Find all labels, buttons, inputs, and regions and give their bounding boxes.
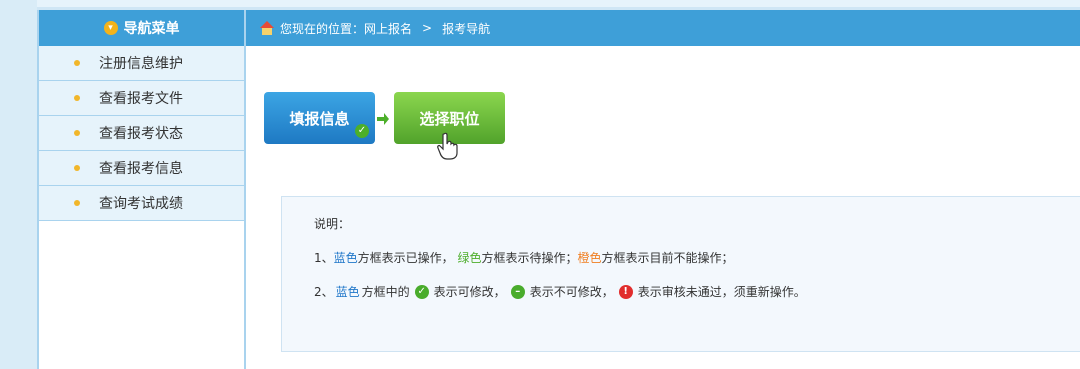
bullet-icon: [74, 130, 80, 136]
breadcrumb-current: 报考导航: [442, 21, 491, 36]
minus-desc: 表示不可修改，: [529, 285, 614, 299]
sidebar-item-label: 查询考试成绩: [99, 196, 183, 212]
orange-word: 橙色: [577, 251, 602, 265]
sidebar-item-label: 查看报考状态: [99, 126, 183, 142]
breadcrumb-prefix: 您现在的位置：网上报名: [280, 21, 413, 36]
sidebar-item-label: 查看报考文件: [99, 91, 183, 107]
line2-prefix: 2、: [314, 285, 334, 299]
bullet-icon: [74, 165, 80, 171]
hand-pointer-icon: [437, 132, 458, 160]
warn-desc: 表示审核未通过，须重新操作。: [637, 285, 806, 299]
sidebar-title: 导航菜单: [123, 21, 180, 37]
line1-prefix: 1、: [314, 251, 334, 265]
blue-word: 蓝色: [333, 251, 358, 265]
notes-title: 说明：: [314, 217, 351, 231]
main-content: 您现在的位置：网上报名 > 报考导航 填报信息 ✓ 选择职位 说明： 1、蓝色方…: [246, 10, 1080, 369]
bullet-icon: [74, 200, 80, 206]
breadcrumb-separator: >: [422, 21, 433, 35]
top-strip: [37, 0, 1080, 10]
green-desc: 方框表示待操作；: [481, 251, 578, 265]
sidebar-header: ▾ 导航菜单: [39, 10, 244, 46]
blue-desc: 方框表示已操作，: [357, 251, 454, 265]
blue-word: 蓝色: [335, 285, 360, 299]
breadcrumb: 您现在的位置：网上报名 > 报考导航: [246, 10, 1080, 46]
sidebar-item-query-scores[interactable]: 查询考试成绩: [39, 186, 244, 221]
home-icon: [260, 21, 274, 35]
bullet-icon: [74, 95, 80, 101]
step-fill-info-button[interactable]: 填报信息 ✓: [264, 92, 375, 144]
chevron-down-icon: ▾: [103, 21, 118, 35]
sidebar: ▾ 导航菜单 注册信息维护 查看报考文件 查看报考状态 查看报考信息 查询考试成…: [37, 10, 246, 369]
notes-line-1: 1、蓝色方框表示已操作， 绿色方框表示待操作；橙色方框表示目前不能操作；: [314, 249, 734, 266]
bullet-icon: [74, 60, 80, 66]
orange-desc: 方框表示目前不能操作；: [601, 251, 734, 265]
notes-panel: 说明： 1、蓝色方框表示已操作， 绿色方框表示待操作；橙色方框表示目前不能操作；…: [281, 196, 1080, 352]
check-circle-icon: ✓: [414, 284, 429, 299]
sidebar-item-view-status[interactable]: 查看报考状态: [39, 116, 244, 151]
arrow-right-icon: [377, 113, 389, 125]
sidebar-item-label: 查看报考信息: [99, 161, 183, 177]
blue-desc: 方框中的: [361, 285, 410, 299]
check-icon: ✓: [355, 124, 369, 138]
sidebar-item-register-info[interactable]: 注册信息维护: [39, 46, 244, 81]
sidebar-item-label: 注册信息维护: [99, 56, 183, 72]
sidebar-item-view-files[interactable]: 查看报考文件: [39, 81, 244, 116]
sidebar-item-view-info[interactable]: 查看报考信息: [39, 151, 244, 186]
notes-line-2: 2、 蓝色 方框中的 ✓ 表示可修改， – 表示不可修改， ! 表示审核未通过，…: [314, 283, 806, 300]
warning-circle-icon: !: [618, 284, 633, 299]
check-desc: 表示可修改，: [433, 285, 506, 299]
green-word: 绿色: [457, 251, 482, 265]
minus-circle-icon: –: [510, 284, 525, 299]
step-select-position-label: 选择职位: [419, 109, 480, 128]
step-fill-info-label: 填报信息: [289, 109, 350, 128]
